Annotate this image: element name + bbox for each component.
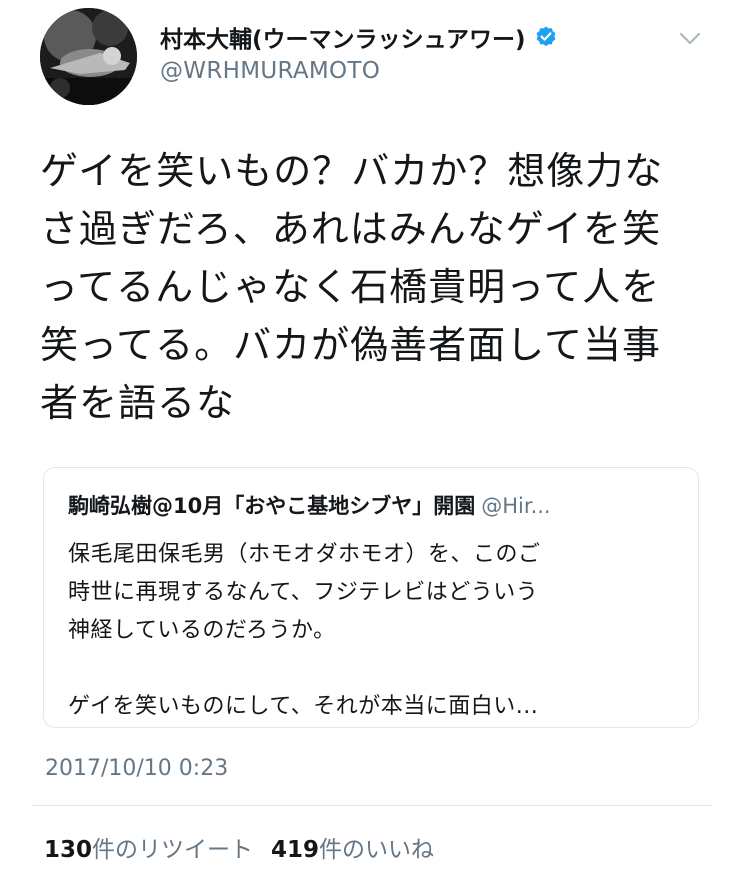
quoted-text-line: 神経しているのだろうか。 — [68, 618, 336, 643]
likes-count: 419 — [271, 837, 320, 863]
retweets-stat[interactable]: 130件のリツイート — [44, 837, 253, 863]
tweet-stats: 130件のリツイート 419件のいいね — [44, 830, 434, 864]
quoted-text-line: ゲイを笑いものにして、それが本当に面白い... — [68, 694, 539, 719]
tweet-text-line: ってるんじゃなく石橋貴明って人を — [40, 265, 661, 309]
chevron-down-icon[interactable] — [677, 26, 703, 52]
tweet-text-line: 笑ってる。バカが偽善者面して当事 — [40, 323, 661, 367]
quoted-text-line — [68, 650, 678, 688]
likes-stat[interactable]: 419件のいいね — [271, 837, 434, 863]
quoted-tweet-text: 保毛尾田保毛男（ホモオダホモオ）を、このご 時世に再現するなんて、フジテレビはど… — [68, 536, 678, 726]
quoted-tweet-header: 駒崎弘樹@10月「おやこ基地シブヤ」開園 @Hir... — [68, 490, 551, 520]
avatar[interactable] — [40, 8, 137, 105]
quoted-author-name: 駒崎弘樹@10月「おやこ基地シブヤ」開園 — [68, 494, 476, 518]
divider — [32, 805, 712, 806]
retweets-label: 件のリツイート — [92, 837, 254, 863]
tweet-text: ゲイを笑いもの？バカか？想像力な さ過ぎだろ、あれはみんなゲイを笑 ってるんじゃ… — [40, 142, 700, 432]
author-name-row: 村本大輔(ウーマンラッシュアワー) — [160, 20, 558, 54]
retweets-count: 130 — [44, 837, 93, 863]
verified-badge-icon — [534, 25, 558, 49]
tweet-text-line: 者を語るな — [40, 381, 236, 425]
tweet-timestamp[interactable]: 2017/10/10 0:23 — [45, 756, 228, 781]
tweet-text-line: ゲイを笑いもの？バカか？想像力な — [40, 149, 664, 193]
tweet-text-line: さ過ぎだろ、あれはみんなゲイを笑 — [40, 207, 661, 251]
quoted-text-line: 時世に再現するなんて、フジテレビはどういう — [68, 580, 539, 605]
author-display-name[interactable]: 村本大輔(ウーマンラッシュアワー) — [160, 20, 526, 54]
tweet-header: 村本大輔(ウーマンラッシュアワー) @WRHMURAMOTO — [0, 0, 729, 120]
avatar-image — [40, 8, 137, 105]
likes-label: 件のいいね — [319, 837, 435, 863]
author-handle[interactable]: @WRHMURAMOTO — [160, 58, 380, 84]
quoted-text-line: 保毛尾田保毛男（ホモオダホモオ）を、このご — [68, 542, 541, 567]
quoted-author-handle: @Hir... — [481, 494, 551, 518]
quoted-tweet-card[interactable]: 駒崎弘樹@10月「おやこ基地シブヤ」開園 @Hir... 保毛尾田保毛男（ホモオダ… — [43, 467, 699, 728]
